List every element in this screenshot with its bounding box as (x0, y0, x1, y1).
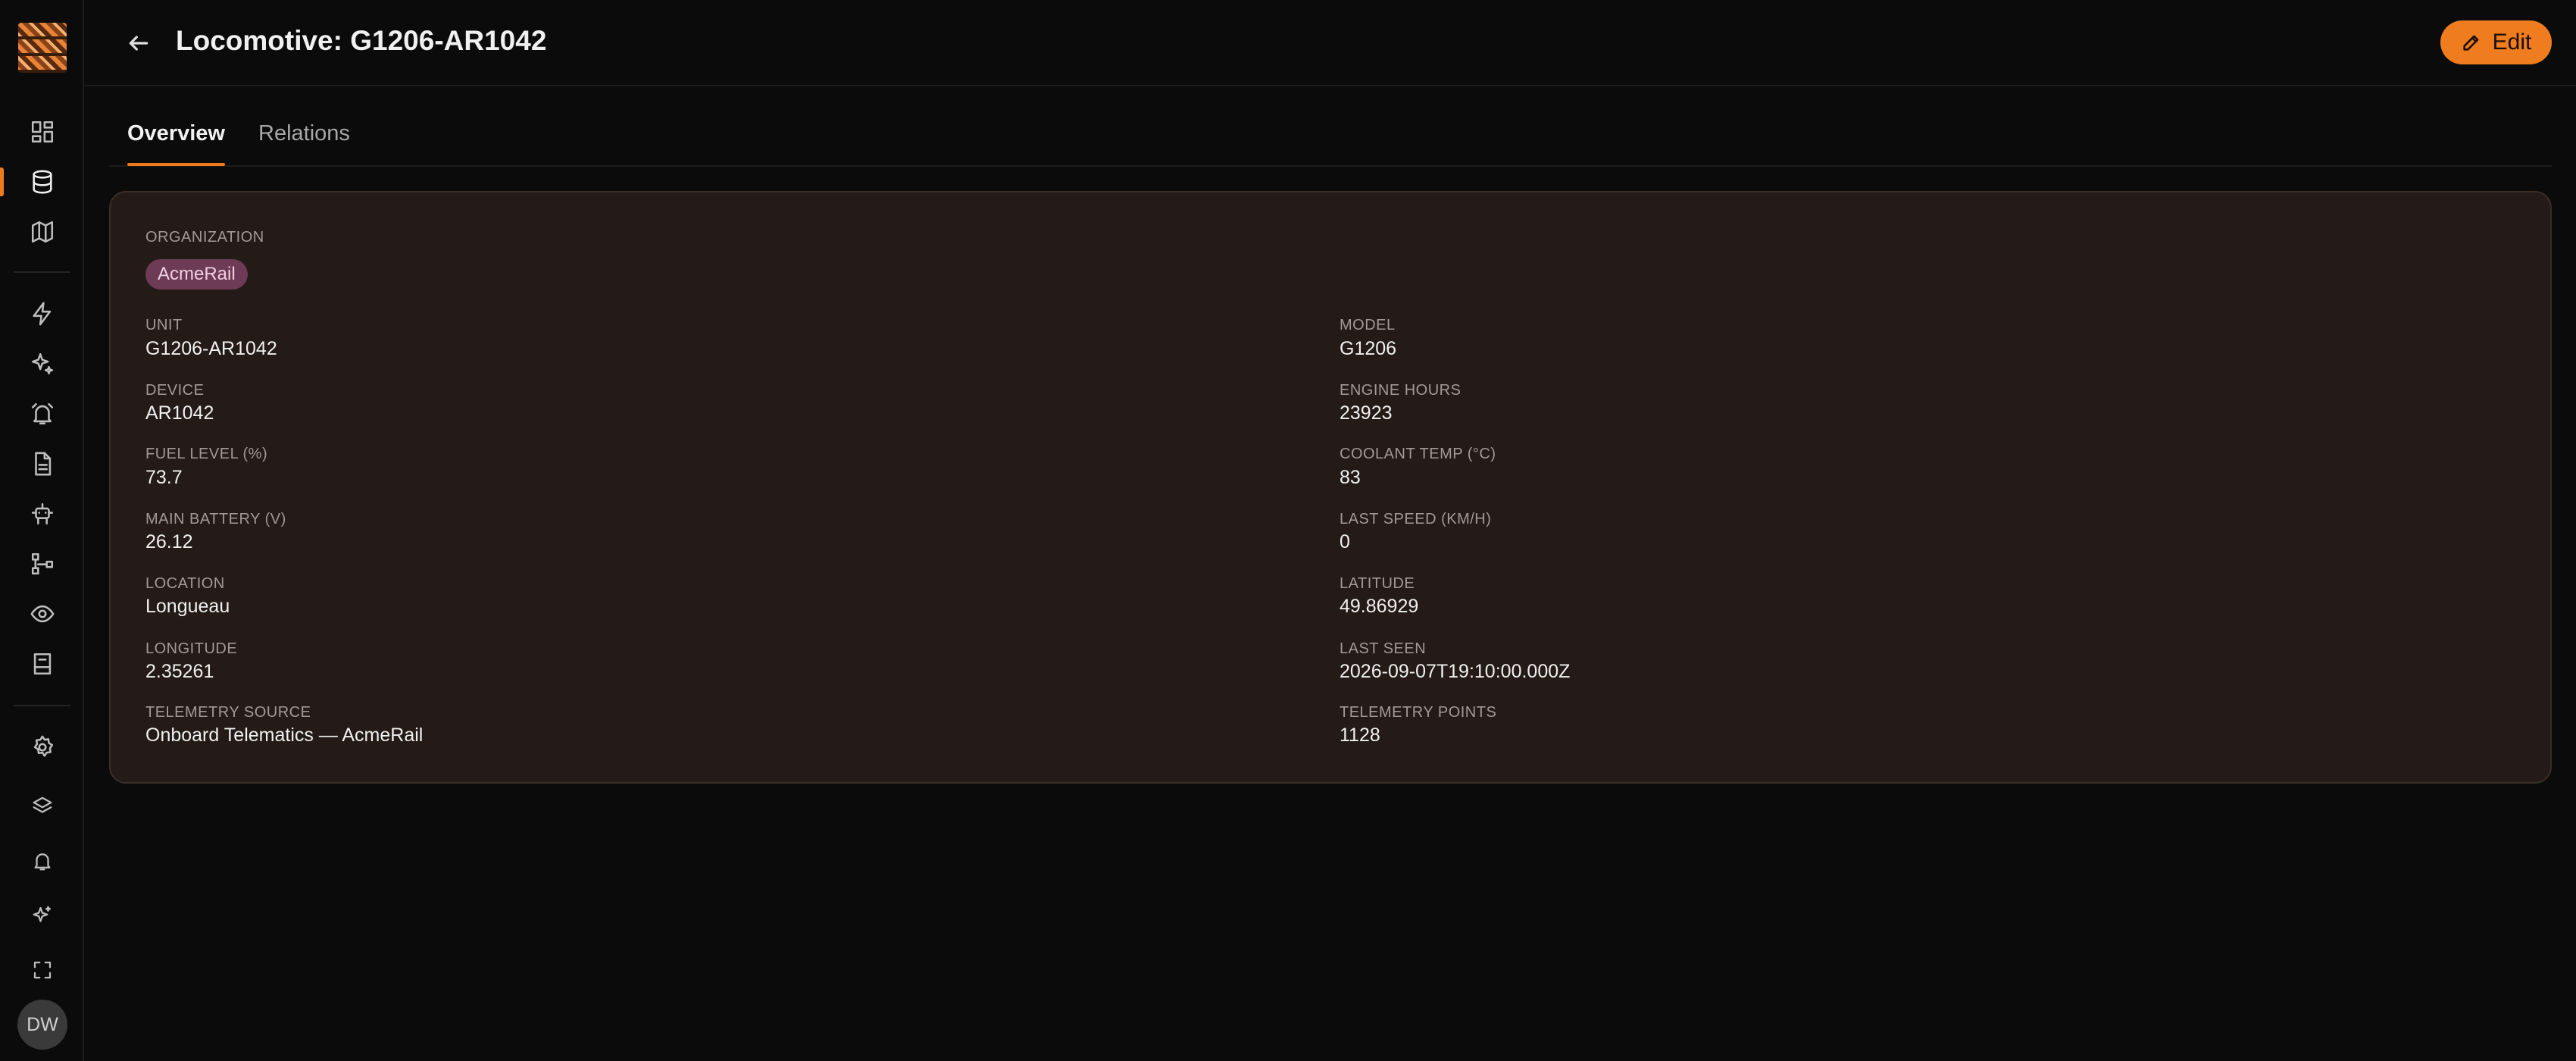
overview-card: ORGANIZATION AcmeRail UNIT G1206-AR1042 … (109, 191, 2552, 784)
nav-settings[interactable] (0, 725, 84, 769)
sidebar: DW (0, 0, 84, 1061)
field-value: 0 (1340, 531, 1350, 552)
field-value: G1206 (1340, 338, 1397, 359)
document-icon (34, 452, 51, 476)
field-label: DEVICE (145, 382, 205, 399)
alarm-icon (31, 402, 53, 425)
field-label: LAST SEEN (1340, 640, 1427, 657)
flow-icon (31, 552, 53, 575)
arrow-left-icon (129, 36, 148, 51)
nav-notifications[interactable] (0, 839, 84, 883)
field-label: MODEL (1340, 317, 1396, 333)
nav-layers[interactable] (0, 784, 84, 828)
nav-fullscreen[interactable] (0, 948, 84, 992)
tab-overview[interactable]: Overview (127, 121, 225, 166)
bolt-icon (32, 302, 51, 326)
sparkle-icon (33, 906, 51, 922)
field-value: 83 (1340, 467, 1361, 488)
pencil-icon (2463, 35, 2479, 51)
nav-dashboard[interactable] (0, 110, 84, 154)
nav-agents[interactable] (0, 492, 84, 536)
organization-chip[interactable]: AcmeRail (145, 259, 248, 290)
field-value: Longueau (145, 596, 230, 617)
field-value: 49.86929 (1340, 596, 1419, 617)
back-button[interactable] (118, 23, 159, 64)
field-value: 26.12 (145, 531, 193, 552)
field-label: MAIN BATTERY (V) (145, 511, 286, 527)
nav-flows[interactable] (0, 542, 84, 586)
field-label: LONGITUDE (145, 640, 238, 657)
eye-icon (30, 605, 54, 623)
nav-assistant[interactable] (0, 894, 84, 937)
field-label: UNIT (145, 317, 183, 333)
map-icon (31, 221, 53, 243)
layers-icon (33, 797, 52, 813)
nav-entities[interactable] (0, 160, 84, 204)
nav-alarms[interactable] (0, 392, 84, 436)
app-logo[interactable] (18, 23, 67, 73)
nav-rules[interactable] (0, 292, 84, 336)
field-label: FUEL LEVEL (%) (145, 446, 268, 462)
tab-bar: Overview Relations (109, 106, 2552, 167)
field-value: G1206-AR1042 (145, 338, 277, 359)
field-label: LAST SPEED (KM/H) (1340, 511, 1492, 527)
field-value: Onboard Telematics — AcmeRail (145, 725, 424, 746)
field-value: 1128 (1340, 725, 1380, 746)
nav-documents[interactable] (0, 442, 84, 486)
sidebar-divider (14, 705, 70, 706)
sparkles-icon (31, 352, 53, 375)
tab-relations[interactable]: Relations (258, 121, 350, 164)
bell-icon (34, 853, 50, 871)
fullscreen-icon (33, 961, 51, 979)
gear-icon (33, 735, 53, 757)
report-icon (33, 653, 51, 675)
user-avatar[interactable]: DW (17, 1000, 67, 1050)
database-icon (32, 170, 52, 194)
nav-ai[interactable] (0, 342, 84, 386)
field-value: AR1042 (145, 402, 214, 424)
nav-map[interactable] (0, 210, 84, 254)
field-value: 2.35261 (145, 661, 214, 682)
field-value: 73.7 (145, 467, 183, 488)
field-label: ENGINE HOURS (1340, 382, 1462, 399)
field-value: 2026-09-07T19:10:00.000Z (1340, 661, 1571, 682)
robot-icon (31, 502, 53, 525)
field-label: TELEMETRY SOURCE (145, 704, 311, 721)
field-label: COOLANT TEMP (°C) (1340, 446, 1496, 462)
field-label: TELEMETRY POINTS (1340, 704, 1497, 721)
nav-reports[interactable] (0, 642, 84, 686)
field-label: LATITUDE (1340, 575, 1415, 592)
page-title: Locomotive: G1206-AR1042 (176, 25, 547, 56)
field-label: LOCATION (145, 575, 225, 592)
sidebar-divider (14, 271, 70, 273)
field-value: 23923 (1340, 402, 1393, 424)
dashboard-icon (31, 120, 53, 143)
organization-label: ORGANIZATION (145, 229, 264, 246)
edit-button[interactable]: Edit (2440, 20, 2552, 64)
nav-monitor[interactable] (0, 592, 84, 636)
avatar-initials: DW (27, 1013, 58, 1035)
edit-button-label: Edit (2492, 30, 2532, 55)
page-header: Locomotive: G1206-AR1042 Edit (84, 0, 2576, 86)
